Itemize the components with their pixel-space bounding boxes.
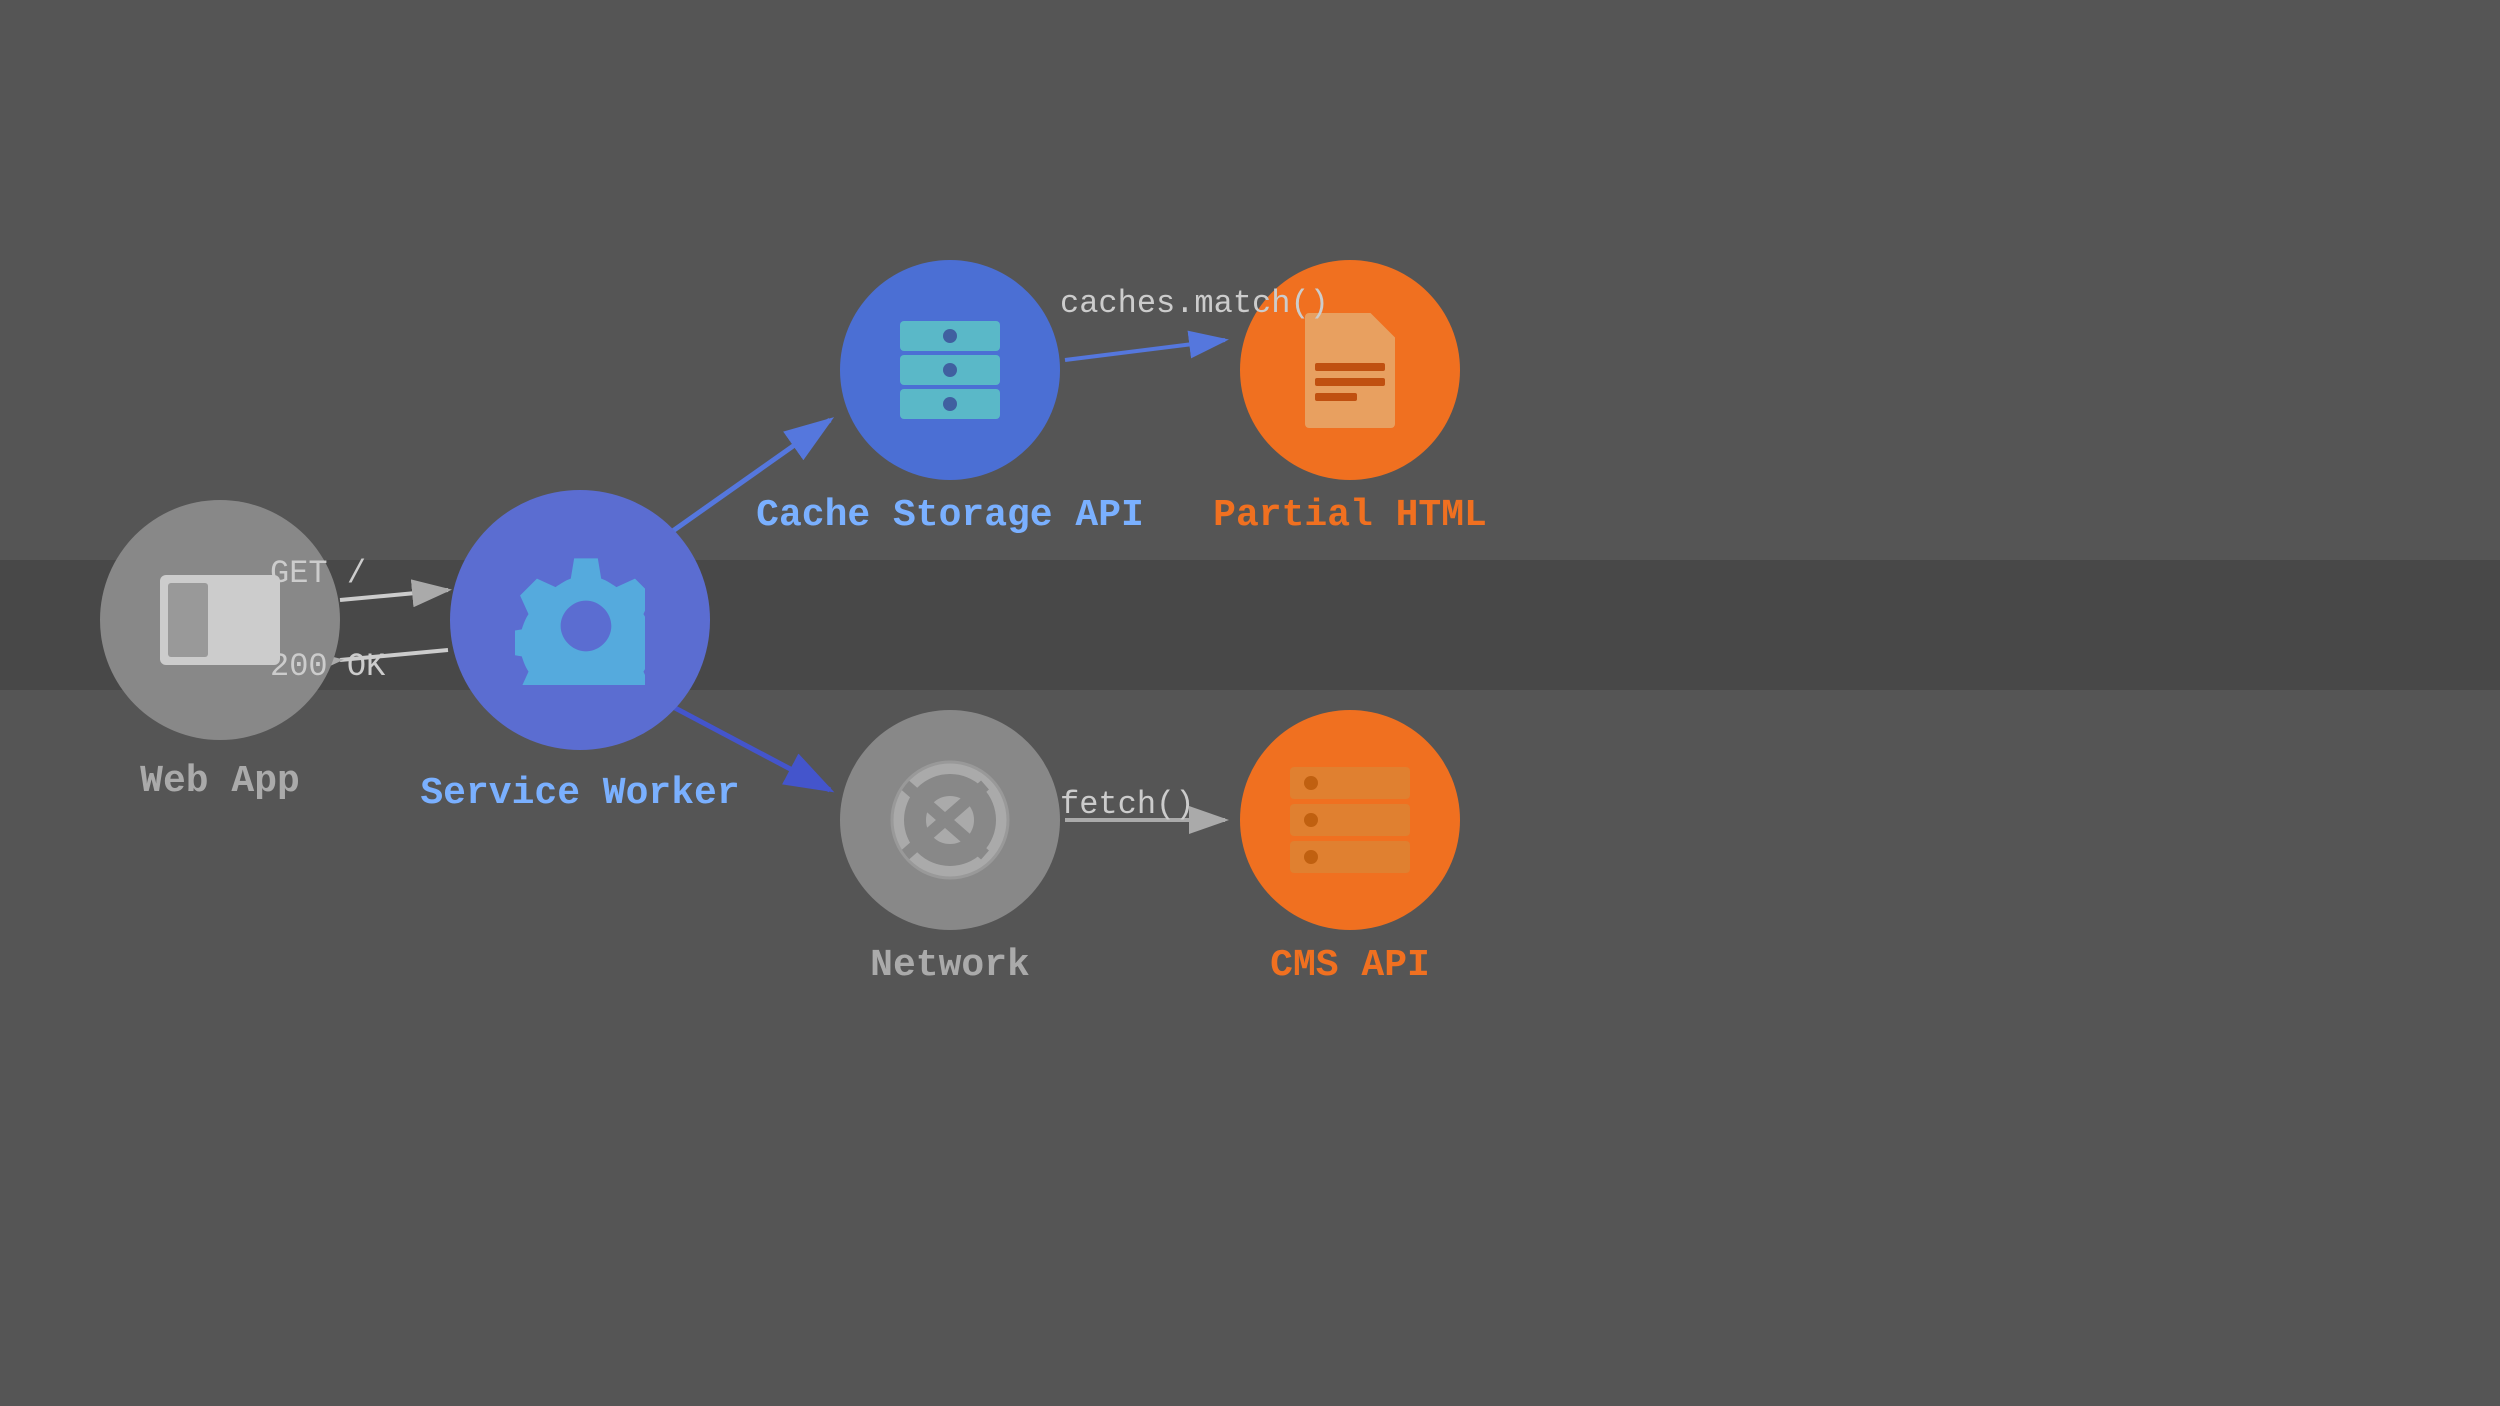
background	[0, 0, 2500, 1406]
document-icon	[1305, 313, 1395, 428]
network-label: Network	[870, 944, 1030, 987]
cache-storage-label: Cache Storage API	[756, 494, 1144, 537]
globe-icon	[885, 755, 1015, 885]
doc-line-2	[1315, 378, 1385, 386]
caches-match-label: caches.match()	[1060, 285, 1329, 322]
cache-db-icon	[900, 321, 1000, 419]
cms-db-icon	[1290, 767, 1410, 873]
cms-api-node	[1240, 710, 1460, 930]
cms-row-2	[1290, 804, 1410, 836]
service-worker-label: Service Worker	[420, 772, 739, 815]
fetch-label: fetch()	[1060, 786, 1194, 823]
webapp-label: Web App	[140, 760, 300, 803]
cms-api-label: CMS API	[1270, 944, 1430, 987]
db-row-2	[900, 355, 1000, 385]
webapp-sidebar	[168, 583, 208, 657]
network-node	[840, 710, 1060, 930]
service-worker-node	[450, 490, 710, 750]
doc-line-3	[1315, 393, 1357, 401]
db-row-1	[900, 321, 1000, 351]
gear-icon	[515, 555, 645, 685]
ok-label: 200 OK	[270, 648, 385, 685]
cms-row-1	[1290, 767, 1410, 799]
partial-html-label: Partial HTML	[1213, 494, 1487, 537]
db-row-3	[900, 389, 1000, 419]
doc-line-1	[1315, 363, 1385, 371]
get-label: GET /	[270, 555, 366, 592]
cache-storage-node	[840, 260, 1060, 480]
webapp-node	[100, 500, 340, 740]
doc-lines	[1315, 363, 1385, 408]
cms-row-3	[1290, 841, 1410, 873]
webapp-icon	[160, 575, 280, 665]
